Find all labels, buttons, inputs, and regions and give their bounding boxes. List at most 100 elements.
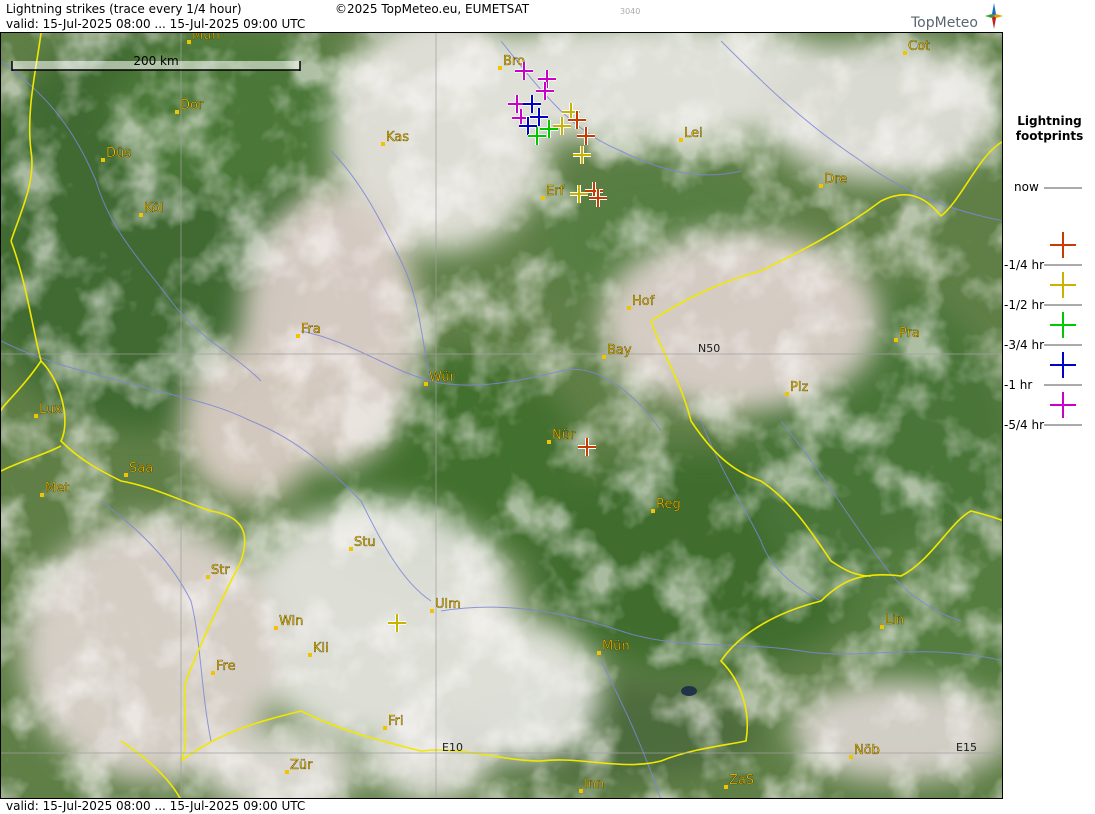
city-marker: Cot — [903, 39, 930, 55]
city-label: Plz — [790, 380, 808, 395]
map-code: 3040 — [620, 7, 641, 16]
city-dot — [627, 306, 631, 310]
city-dot — [211, 671, 215, 675]
city-dot — [424, 382, 428, 386]
city-label: Pra — [899, 326, 920, 341]
city-label: Hof — [632, 294, 655, 309]
city-marker: Bro — [498, 54, 525, 70]
copyright-text: ©2025 TopMeteo.eu, EUMETSAT — [335, 2, 530, 16]
city-label: Ulm — [435, 597, 461, 612]
city-marker: Nür — [547, 428, 576, 444]
city-dot — [785, 392, 789, 396]
city-label: Lin — [885, 613, 904, 628]
city-label: Düs — [106, 146, 131, 161]
legend-cross-icon — [1050, 312, 1076, 338]
city-dot — [724, 785, 728, 789]
satellite-map: N50 E10 E15 200 km Mün Bro Cot Dor Kas Lei Düs… — [1, 33, 1002, 798]
city-dot — [498, 66, 502, 70]
city-dot — [579, 789, 583, 793]
city-label: Lux — [39, 402, 62, 417]
city-marker: Zür — [285, 758, 313, 774]
city-label: Kli — [313, 641, 329, 656]
city-dot — [187, 40, 191, 44]
city-label: Cot — [908, 39, 930, 54]
city-dot — [430, 609, 434, 613]
city-dot — [381, 142, 385, 146]
city-dot — [274, 626, 278, 630]
city-dot — [383, 726, 387, 730]
city-marker: Met — [40, 481, 69, 497]
city-label: Bay — [607, 343, 632, 358]
city-dot — [206, 575, 210, 579]
city-label: Köl — [144, 201, 163, 216]
city-marker: ZaS — [724, 773, 754, 789]
city-marker: Bay — [602, 343, 632, 359]
city-marker: Wür — [424, 370, 456, 386]
city-dot — [308, 653, 312, 657]
lake — [681, 686, 697, 696]
city-dot — [894, 338, 898, 342]
valid-time-bottom: valid: 15-Jul-2025 08:00 ... 15-Jul-2025… — [6, 799, 306, 813]
legend-cross-icon — [1050, 272, 1076, 298]
city-label: ZaS — [729, 773, 754, 788]
city-dot — [101, 158, 105, 162]
city-label: Win — [279, 614, 303, 629]
city-marker: Dre — [819, 172, 847, 188]
city-dot — [124, 473, 128, 477]
legend-cross-icon — [1050, 232, 1076, 258]
city-marker: Mün — [187, 33, 220, 44]
city-dot — [285, 770, 289, 774]
map-footer: valid: 15-Jul-2025 08:00 ... 15-Jul-2025… — [0, 799, 1004, 814]
topmeteo-logo: TopMeteo — [908, 2, 1004, 32]
city-label: Bro — [503, 54, 525, 69]
city-dot — [34, 414, 38, 418]
city-label: Erf — [546, 184, 565, 199]
legend-cross-icon — [1050, 352, 1076, 378]
city-dot — [597, 651, 601, 655]
city-label: Reg — [656, 497, 681, 512]
city-dot — [903, 51, 907, 55]
city-dot — [602, 355, 606, 359]
city-label: Nöb — [854, 743, 880, 758]
city-label: Zür — [290, 758, 313, 773]
city-label: Lei — [684, 126, 703, 141]
city-marker: Reg — [651, 497, 681, 513]
city-marker: Lux — [34, 402, 62, 418]
legend-cross-icon — [1050, 392, 1076, 418]
city-label: Met — [45, 481, 69, 496]
city-marker: Hof — [627, 294, 655, 310]
city-label: Fra — [301, 322, 321, 337]
city-dot — [175, 110, 179, 114]
city-dot — [541, 196, 545, 200]
map-header: Lightning strikes (trace every 1/4 hour)… — [0, 0, 1004, 32]
compass-star-icon — [985, 3, 1003, 29]
city-dot — [651, 509, 655, 513]
city-marker: Ulm — [430, 597, 461, 613]
lightning-legend: Lightning footprints now -1/4 hr -1/2 hr -3… — [1004, 0, 1095, 814]
valid-time-top: valid: 15-Jul-2025 08:00 ... 15-Jul-2025… — [6, 17, 306, 31]
city-label: Saa — [129, 461, 153, 476]
city-dot — [819, 184, 823, 188]
city-dot — [139, 213, 143, 217]
city-marker: Mün — [597, 639, 630, 655]
city-label: Dre — [824, 172, 847, 187]
city-dot — [349, 547, 353, 551]
city-marker: Düs — [101, 146, 131, 162]
grid-label-n50: N50 — [698, 342, 720, 355]
city-marker: Kas — [381, 130, 409, 146]
map-view[interactable]: N50 E10 E15 200 km Mün Bro Cot Dor Kas Lei Düs… — [0, 32, 1003, 799]
city-label: Str — [211, 563, 230, 578]
city-dot — [40, 493, 44, 497]
grid-label-e10: E10 — [442, 741, 463, 754]
city-dot — [296, 334, 300, 338]
city-dot — [547, 440, 551, 444]
city-dot — [849, 755, 853, 759]
legend-symbols — [1044, 187, 1082, 426]
city-label: Stu — [354, 535, 376, 550]
city-label: Mün — [192, 33, 220, 43]
city-label: Dor — [180, 98, 204, 113]
city-marker: Saa — [124, 461, 153, 477]
city-label: Nür — [552, 428, 576, 443]
city-marker: Win — [274, 614, 304, 630]
city-label: Inn — [584, 777, 604, 792]
